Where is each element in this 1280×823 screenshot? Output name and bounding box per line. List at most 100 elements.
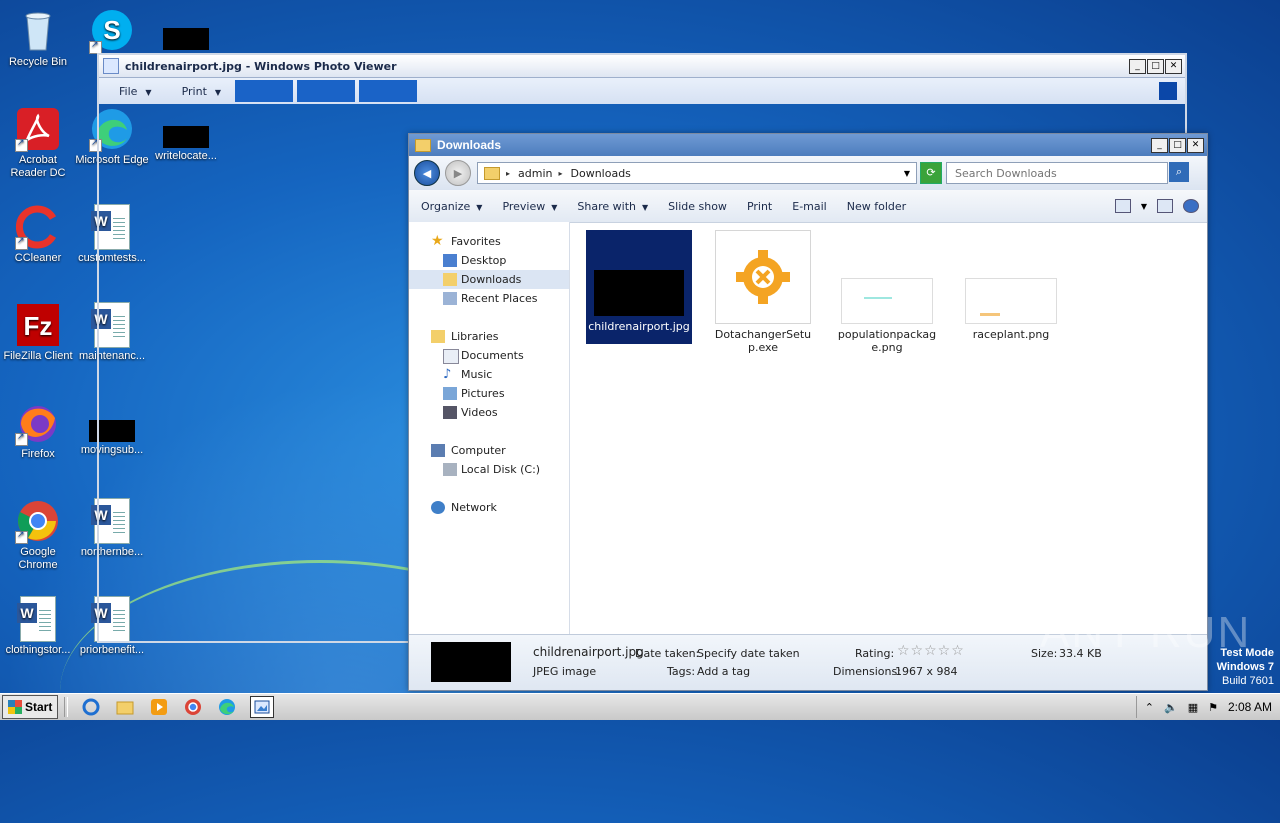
file-item-raceplant[interactable]: raceplant.png — [958, 230, 1064, 341]
desktop-icon-hidden-1[interactable] — [148, 28, 224, 52]
taskbar-ie-icon[interactable] — [80, 697, 102, 717]
refresh-button[interactable]: ⟳ — [920, 162, 942, 184]
word-document-icon: W — [17, 596, 56, 642]
nav-network[interactable]: Network — [409, 498, 569, 517]
computer-icon — [431, 444, 445, 457]
new-folder-button[interactable]: New folder — [839, 200, 914, 213]
open-button[interactable] — [359, 80, 418, 102]
nav-downloads[interactable]: Downloads — [409, 270, 569, 289]
clock[interactable]: 2:08 AM — [1228, 700, 1272, 714]
network-icon — [431, 501, 445, 514]
preview-pane-icon[interactable] — [1157, 199, 1173, 213]
videos-icon — [443, 406, 457, 419]
details-filetype: JPEG image — [533, 665, 597, 678]
rating-stars[interactable]: ☆☆☆☆☆ — [897, 643, 965, 659]
minimize-button[interactable]: _ — [1151, 137, 1168, 153]
address-bar[interactable]: ▸ admin ▸ Downloads ▼ — [477, 162, 917, 184]
shortcut-arrow-icon — [15, 235, 28, 250]
desktop-icon-chrome[interactable]: Google Chrome — [0, 498, 76, 572]
close-button[interactable]: ✕ — [1165, 58, 1182, 74]
desktop-icon-filezilla[interactable]: Fz FileZilla Client — [0, 302, 76, 363]
print-button[interactable]: Print — [739, 200, 780, 213]
taskbar-photo-viewer-icon[interactable] — [250, 696, 275, 718]
details-tags-value[interactable]: Add a tag — [697, 665, 750, 678]
search-box[interactable]: ⌕ — [946, 162, 1189, 184]
nav-recent-places[interactable]: Recent Places — [409, 289, 569, 308]
file-menu[interactable]: File ▼ — [99, 85, 162, 98]
chevron-right-icon: ▸ — [558, 168, 563, 178]
chevron-right-icon: ▸ — [506, 168, 511, 178]
start-button[interactable]: Start — [2, 695, 59, 719]
desktop-icon-ccleaner[interactable]: CCleaner — [0, 204, 76, 265]
desktop-icon-skype[interactable]: S — [74, 8, 150, 56]
nav-favorites[interactable]: ★ Favorites — [409, 232, 569, 251]
redacted-icon — [163, 28, 209, 50]
slide-show-button[interactable]: Slide show — [660, 200, 735, 213]
documents-icon — [443, 349, 459, 364]
skype-icon: S — [89, 8, 135, 54]
libraries-icon — [431, 330, 445, 343]
thumbnail-line — [864, 297, 892, 299]
photo-viewer-titlebar[interactable]: childrenairport.jpg - Windows Photo View… — [99, 55, 1185, 78]
nav-videos[interactable]: Videos — [409, 403, 569, 422]
nav-desktop[interactable]: Desktop — [409, 251, 569, 270]
nav-music[interactable]: ♪ Music — [409, 365, 569, 384]
image-thumbnail — [594, 270, 684, 316]
details-rating-label: Rating: — [855, 647, 895, 660]
help-icon[interactable] — [1183, 199, 1199, 213]
maximize-button[interactable]: □ — [1169, 137, 1186, 153]
search-icon[interactable]: ⌕ — [1169, 162, 1189, 182]
close-button[interactable]: ✕ — [1187, 137, 1204, 153]
show-hidden-icons-icon[interactable]: ⌃ — [1145, 701, 1154, 714]
details-date-taken-value[interactable]: Specify date taken — [697, 647, 800, 660]
minimize-button[interactable]: _ — [1129, 58, 1146, 74]
email-button[interactable] — [235, 80, 294, 102]
firefox-icon — [15, 400, 61, 446]
volume-icon[interactable]: 🔈 — [1164, 701, 1178, 714]
nav-libraries[interactable]: Libraries — [409, 327, 569, 346]
search-input[interactable] — [953, 165, 1147, 181]
breadcrumb-downloads[interactable]: Downloads — [571, 167, 631, 180]
file-item-populationpackage[interactable]: populationpackage.png — [834, 230, 940, 354]
file-item-dotachangersetup[interactable]: DotachangerSetup.exe — [710, 230, 816, 354]
desktop-icon-clothingstor[interactable]: W clothingstor... — [0, 596, 76, 657]
maximize-button[interactable]: □ — [1147, 58, 1164, 74]
burn-button[interactable] — [297, 80, 356, 102]
help-icon[interactable] — [1159, 82, 1177, 100]
preview-button[interactable]: Preview ▼ — [494, 200, 565, 213]
network-tray-icon[interactable]: ▦ — [1188, 701, 1198, 714]
taskbar-edge-icon[interactable] — [216, 697, 238, 717]
image-thumbnail — [841, 278, 933, 324]
desktop-icon-firefox[interactable]: Firefox — [0, 400, 76, 461]
desktop-icon-acrobat[interactable]: Acrobat Reader DC — [0, 106, 76, 180]
email-button[interactable]: E-mail — [784, 200, 835, 213]
explorer-title: Downloads — [437, 138, 502, 152]
navigation-pane: ★ Favorites Desktop Downloads Recent Plac… — [409, 222, 570, 636]
nav-documents[interactable]: Documents — [409, 346, 569, 365]
forward-button[interactable]: ▶ — [445, 160, 471, 186]
action-center-flag-icon[interactable]: ⚑ — [1208, 701, 1218, 714]
gear-icon — [715, 230, 811, 324]
organize-button[interactable]: Organize ▼ — [413, 200, 490, 213]
nav-pictures[interactable]: Pictures — [409, 384, 569, 403]
taskbar-chrome-icon[interactable] — [182, 697, 204, 717]
back-button[interactable]: ◀ — [414, 160, 440, 186]
nav-local-disk[interactable]: Local Disk (C:) — [409, 460, 569, 479]
star-icon: ★ — [431, 233, 444, 249]
breadcrumb-admin[interactable]: admin — [518, 167, 552, 180]
print-menu[interactable]: Print ▼ — [162, 85, 231, 98]
taskbar-media-player-icon[interactable] — [148, 697, 170, 717]
share-with-button[interactable]: Share with ▼ — [569, 200, 656, 213]
nav-computer[interactable]: Computer — [409, 441, 569, 460]
desktop-icon-recycle-bin[interactable]: Recycle Bin — [0, 8, 76, 69]
file-item-childrenairport[interactable]: childrenairport.jpg — [586, 230, 692, 344]
taskbar-explorer-icon[interactable] — [114, 697, 136, 717]
details-filename: childrenairport.jpg — [533, 645, 644, 659]
folder-icon — [415, 138, 431, 152]
chevron-down-icon[interactable]: ▼ — [1141, 202, 1147, 211]
chevron-down-icon[interactable]: ▼ — [904, 169, 910, 178]
chevron-down-icon: ▼ — [476, 202, 483, 212]
change-view-icon[interactable] — [1114, 199, 1131, 213]
explorer-titlebar[interactable]: Downloads _ □ ✕ — [409, 134, 1207, 156]
svg-text:S: S — [103, 15, 120, 45]
